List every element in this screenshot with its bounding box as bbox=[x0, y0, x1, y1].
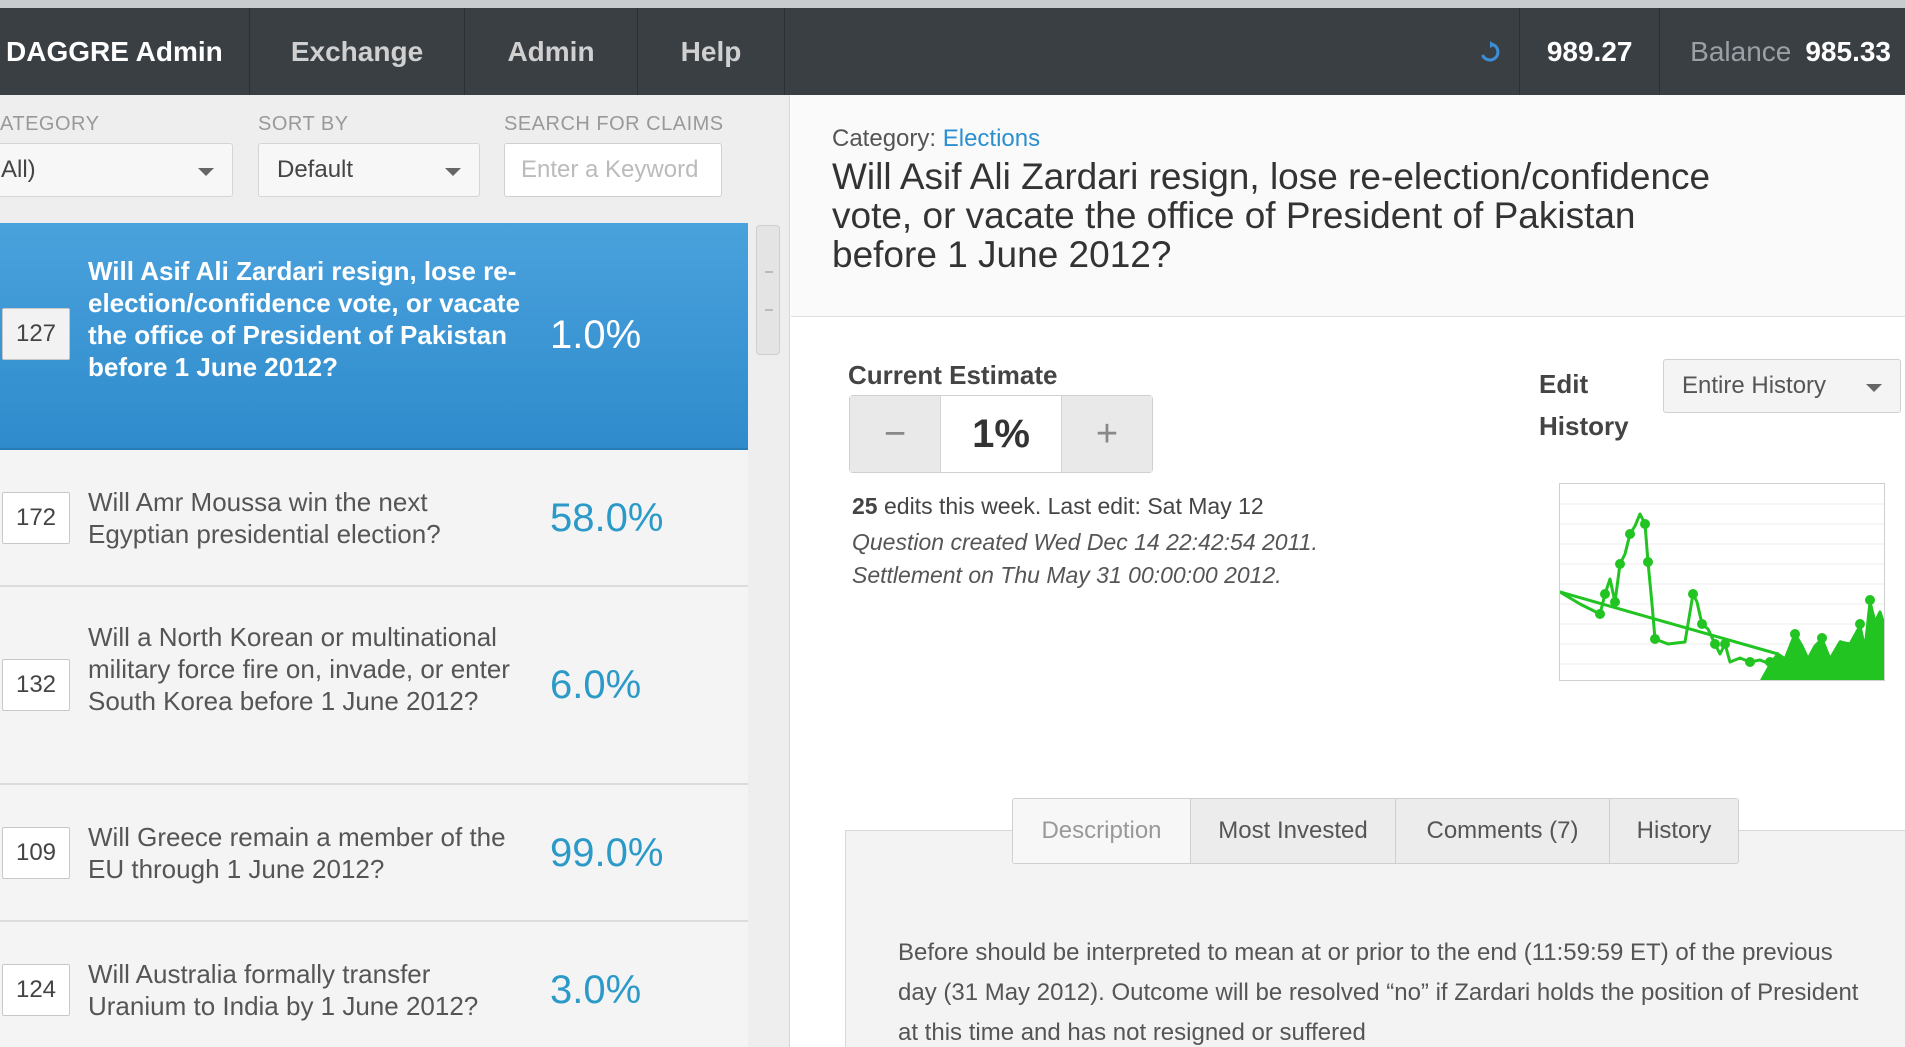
nav-exchange[interactable]: Exchange bbox=[250, 8, 465, 95]
balance-label: Balance bbox=[1690, 35, 1792, 67]
scrollbar-thumb[interactable] bbox=[756, 225, 780, 355]
estimate-value[interactable]: 1% bbox=[940, 396, 1062, 472]
edit-history-line1: Edit bbox=[1539, 369, 1589, 399]
chevron-down-icon bbox=[1866, 384, 1882, 392]
claim-percent: 58.0% bbox=[550, 496, 664, 540]
claim-id: 109 bbox=[2, 827, 70, 879]
top-navbar: DAGGRE Admin Exchange Admin Help 989.27 … bbox=[0, 8, 1905, 95]
claim-percent: 99.0% bbox=[550, 831, 664, 875]
tab-comments[interactable]: Comments (7) bbox=[1396, 799, 1610, 863]
chevron-down-icon bbox=[445, 168, 461, 176]
decrease-button[interactable]: − bbox=[850, 396, 940, 472]
refresh-icon[interactable] bbox=[1460, 8, 1521, 95]
brand-link[interactable]: DAGGRE Admin bbox=[0, 8, 250, 95]
claim-item-172[interactable]: 172 Will Amr Moussa win the next Egyptia… bbox=[0, 450, 748, 587]
category-select[interactable]: All) bbox=[0, 143, 233, 197]
claim-id: 127 bbox=[2, 308, 70, 360]
tab-most-invested[interactable]: Most Invested bbox=[1191, 799, 1396, 863]
claims-panel: ATEGORY All) SORT BY Default SEARCH FOR … bbox=[0, 95, 790, 1047]
list-scrollbar[interactable] bbox=[755, 223, 781, 1047]
claim-text: Will a North Korean or multinational mil… bbox=[88, 622, 510, 716]
tab-history[interactable]: History bbox=[1610, 799, 1738, 863]
balance-value: 985.33 bbox=[1805, 35, 1891, 67]
detail-tabs: Description Most Invested Comments (7) H… bbox=[1012, 798, 1739, 864]
claim-item-124[interactable]: 124 Will Australia formally transfer Ura… bbox=[0, 922, 748, 1047]
sort-label: SORT BY bbox=[258, 113, 349, 135]
balance: Balance 985.33 bbox=[1660, 8, 1905, 95]
search-label: SEARCH FOR CLAIMS bbox=[504, 113, 724, 135]
claim-detail-panel: Category: Elections Will Asif Ali Zardar… bbox=[791, 95, 1905, 1047]
filter-bar: ATEGORY All) SORT BY Default SEARCH FOR … bbox=[0, 95, 748, 223]
category-link[interactable]: Elections bbox=[943, 125, 1040, 152]
edits-summary: 25 edits this week. Last edit: Sat May 1… bbox=[852, 493, 1264, 520]
claim-item-109[interactable]: 109 Will Greece remain a member of the E… bbox=[0, 785, 748, 922]
claim-id: 172 bbox=[2, 492, 70, 544]
nav-help[interactable]: Help bbox=[638, 8, 785, 95]
score-value: 989.27 bbox=[1520, 8, 1661, 95]
claim-text: Will Amr Moussa win the next Egyptian pr… bbox=[88, 487, 441, 549]
claim-title: Will Asif Ali Zardari resign, lose re-el… bbox=[832, 156, 1711, 275]
nav-right: 989.27 Balance 985.33 bbox=[1460, 8, 1905, 95]
sparkline-svg bbox=[1558, 503, 1886, 682]
claim-percent: 3.0% bbox=[550, 968, 642, 1012]
claim-header: Category: Elections Will Asif Ali Zardar… bbox=[791, 95, 1905, 317]
grip-icon bbox=[765, 271, 773, 311]
edit-history-line2: History bbox=[1539, 411, 1629, 441]
top-border bbox=[0, 0, 1905, 8]
sort-select[interactable]: Default bbox=[258, 143, 480, 197]
claim-text: Will Greece remain a member of the EU th… bbox=[88, 822, 506, 884]
estimate-stepper: − 1% + bbox=[849, 395, 1153, 473]
edits-count: 25 bbox=[852, 493, 878, 519]
claim-item-127[interactable]: 127 Will Asif Ali Zardari resign, lose r… bbox=[0, 223, 748, 450]
search-input[interactable] bbox=[504, 143, 722, 197]
claim-id: 132 bbox=[2, 659, 70, 711]
history-sparkline bbox=[1558, 483, 1886, 682]
history-range-select[interactable]: Entire History bbox=[1663, 359, 1901, 413]
edits-text: edits this week. Last edit: Sat May 12 bbox=[877, 493, 1264, 519]
claim-description: Before should be interpreted to mean at … bbox=[898, 939, 1859, 1046]
claim-text: Will Asif Ali Zardari resign, lose re-el… bbox=[88, 256, 521, 382]
increase-button[interactable]: + bbox=[1062, 396, 1152, 472]
created-date: Question created Wed Dec 14 22:42:54 201… bbox=[852, 529, 1318, 555]
edit-history-label: Edit History bbox=[1539, 363, 1629, 447]
sort-value: Default bbox=[277, 156, 354, 183]
claim-percent: 6.0% bbox=[550, 663, 642, 707]
claim-percent: 1.0% bbox=[550, 313, 642, 357]
category-value: All) bbox=[1, 156, 36, 183]
nav-admin[interactable]: Admin bbox=[465, 8, 638, 95]
claim-item-132[interactable]: 132 Will a North Korean or multinational… bbox=[0, 587, 748, 785]
claim-text: Will Australia formally transfer Uranium… bbox=[88, 959, 479, 1021]
history-range-value: Entire History bbox=[1682, 372, 1827, 399]
claims-list: 127 Will Asif Ali Zardari resign, lose r… bbox=[0, 223, 748, 1047]
category-line: Category: Elections bbox=[832, 125, 1040, 153]
category-label: ATEGORY bbox=[0, 113, 100, 135]
claim-id: 124 bbox=[2, 964, 70, 1016]
chevron-down-icon bbox=[198, 168, 214, 176]
category-prefix: Category: bbox=[832, 125, 937, 152]
tab-description[interactable]: Description bbox=[1013, 799, 1191, 863]
settlement-date: Settlement on Thu May 31 00:00:00 2012. bbox=[852, 562, 1282, 588]
current-estimate-label: Current Estimate bbox=[848, 360, 1058, 390]
